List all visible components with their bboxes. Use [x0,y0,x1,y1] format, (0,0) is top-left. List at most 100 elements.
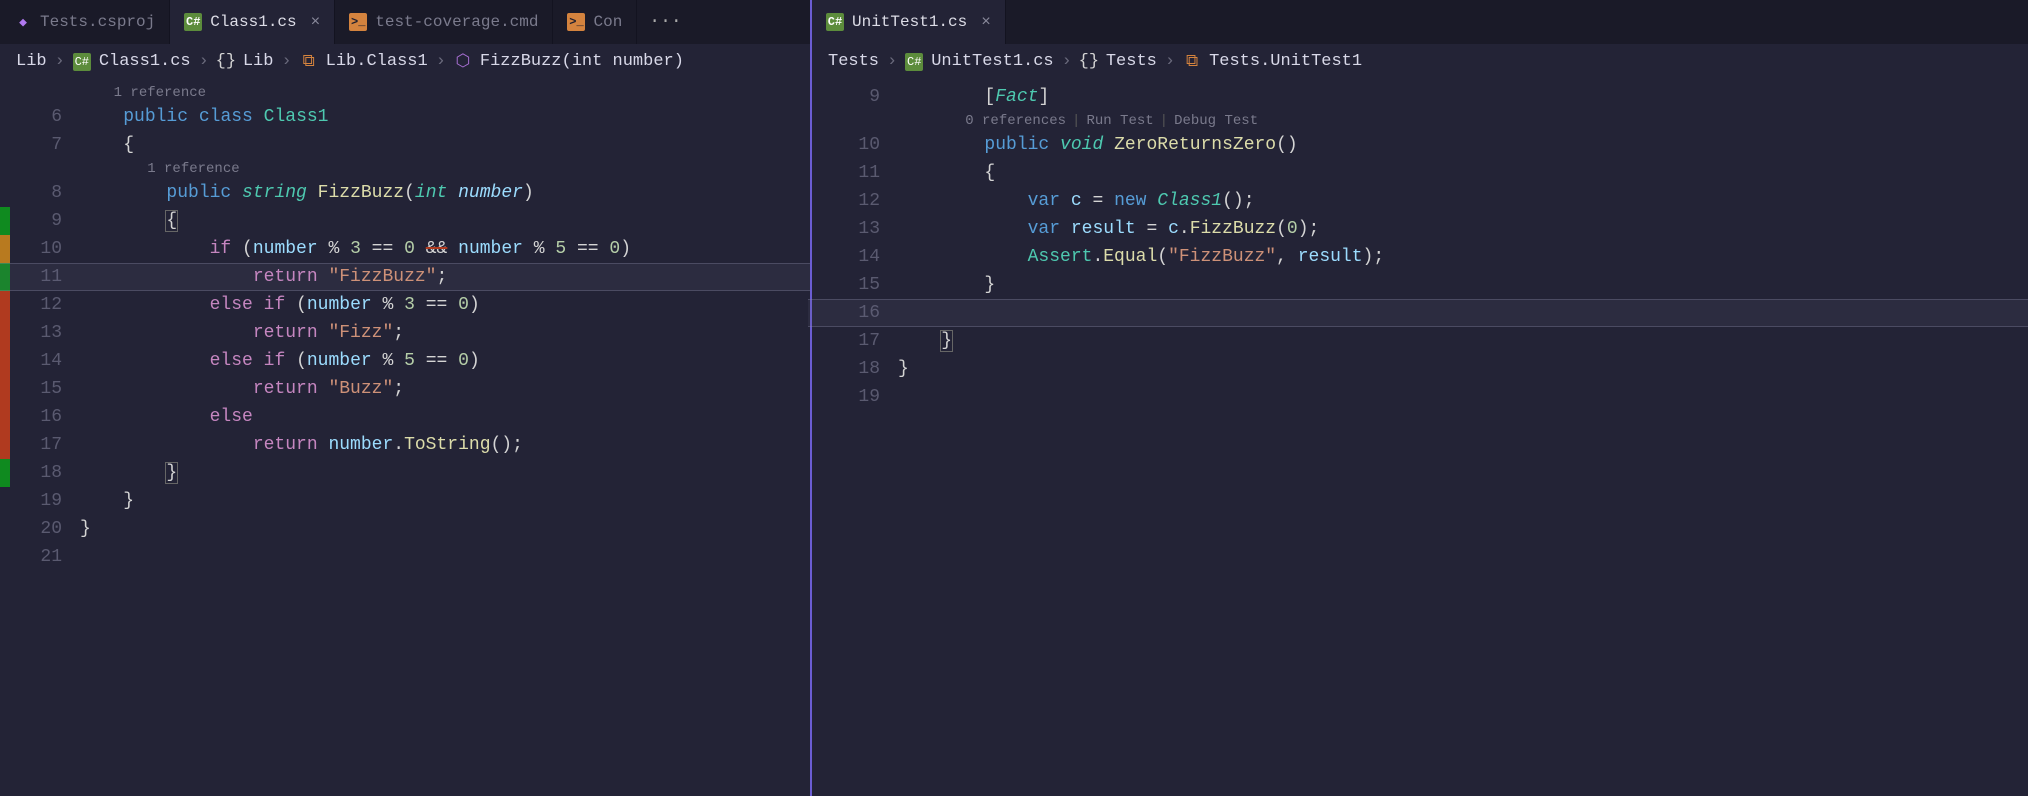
code-line[interactable]: { [898,159,2028,187]
code-area[interactable]: [Fact] 0 references|Run Test|Debug Test … [898,83,2028,796]
coverage-marker [0,263,10,291]
breadcrumb-item[interactable]: Tests [1106,52,1157,71]
breadcrumb-item[interactable]: UnitTest1.cs [931,52,1053,71]
tab-unittest1-cs[interactable]: C# UnitTest1.cs × [812,0,1006,44]
codelens[interactable]: 1 reference [80,83,810,103]
code-line[interactable]: else if (number % 3 == 0) [80,291,810,319]
close-icon[interactable]: × [311,13,321,31]
editor-pane-left: ◆ Tests.csproj C# Class1.cs × >_ test-co… [0,0,810,796]
code-line[interactable]: } [898,327,2028,355]
coverage-marker [0,291,10,319]
code-line[interactable] [898,299,2028,327]
breadcrumb-left[interactable]: Lib › C# Class1.cs › {} Lib › ⧉ Lib.Clas… [0,44,810,79]
chevron-right-icon: › [1165,52,1175,71]
tab-con[interactable]: >_ Con [553,0,637,44]
coverage-marker [812,243,822,271]
tab-overflow-button[interactable]: ··· [637,0,693,44]
code-line[interactable]: } [80,459,810,487]
tab-tests-csproj[interactable]: ◆ Tests.csproj [0,0,170,44]
tab-label: Tests.csproj [40,13,155,31]
coverage-marker [0,375,10,403]
csharp-icon: C# [826,13,844,31]
line-number: 12 [822,187,880,215]
line-number: 14 [10,347,62,375]
code-line[interactable]: var c = new Class1(); [898,187,2028,215]
breadcrumb-item[interactable]: FizzBuzz(int number) [480,52,684,71]
tab-class1-cs[interactable]: C# Class1.cs × [170,0,335,44]
code-line[interactable]: else if (number % 5 == 0) [80,347,810,375]
coverage-marker [812,355,822,383]
line-number: 15 [822,271,880,299]
breadcrumb-item[interactable]: Lib.Class1 [326,52,428,71]
code-line[interactable]: { [80,207,810,235]
chevron-right-icon: › [199,52,209,71]
tab-bar-left: ◆ Tests.csproj C# Class1.cs × >_ test-co… [0,0,810,44]
coverage-marker [0,103,10,131]
coverage-marker [812,187,822,215]
tab-bar-right: C# UnitTest1.cs × [812,0,2028,44]
line-number: 13 [822,215,880,243]
code-line[interactable]: public class Class1 [80,103,810,131]
namespace-icon: {} [1080,53,1098,71]
breadcrumb-item[interactable]: Tests.UnitTest1 [1209,52,1362,71]
breadcrumb-item[interactable]: Lib [16,52,47,71]
coverage-marker [0,207,10,235]
coverage-marker [0,319,10,347]
code-editor-left[interactable]: 6789101112131415161718192021 1 reference… [0,79,810,796]
close-icon[interactable]: × [981,13,991,31]
code-line[interactable] [898,383,2028,411]
code-editor-right[interactable]: 910111213141516171819 [Fact] 0 reference… [812,79,2028,796]
csharp-icon: C# [184,13,202,31]
tab-test-coverage-cmd[interactable]: >_ test-coverage.cmd [335,0,553,44]
code-line[interactable]: return "Fizz"; [80,319,810,347]
code-line[interactable]: public string FizzBuzz(int number) [80,179,810,207]
vs-icon: ◆ [14,13,32,31]
line-number: 11 [822,159,880,187]
code-line[interactable]: else [80,403,810,431]
coverage-marker [0,347,10,375]
line-number: 10 [822,131,880,159]
line-number: 7 [10,131,62,159]
terminal-icon: >_ [567,13,585,31]
breadcrumb-item[interactable]: Lib [243,52,274,71]
code-line[interactable]: public void ZeroReturnsZero() [898,131,2028,159]
line-number: 13 [10,319,62,347]
code-line[interactable]: } [898,355,2028,383]
code-line[interactable]: } [898,271,2028,299]
csharp-icon: C# [73,53,91,71]
code-line[interactable]: return "Buzz"; [80,375,810,403]
line-number: 9 [822,83,880,111]
code-line[interactable]: [Fact] [898,83,2028,111]
coverage-marker [812,271,822,299]
code-line[interactable] [80,543,810,571]
code-line[interactable]: } [80,487,810,515]
breadcrumb-item[interactable]: Tests [828,52,879,71]
tab-label: Class1.cs [210,13,296,31]
code-line[interactable]: return number.ToString(); [80,431,810,459]
code-line[interactable]: } [80,515,810,543]
line-number-gutter: 910111213141516171819 [822,83,898,796]
chevron-right-icon: › [1062,52,1072,71]
codelens[interactable]: 1 reference [80,159,810,179]
code-line[interactable]: return "FizzBuzz"; [80,263,810,291]
tab-label: UnitTest1.cs [852,13,967,31]
breadcrumb-right[interactable]: Tests › C# UnitTest1.cs › {} Tests › ⧉ T… [812,44,2028,79]
coverage-marker [0,487,10,515]
line-number: 18 [822,355,880,383]
terminal-icon: >_ [349,13,367,31]
code-area[interactable]: 1 reference public class Class1 { 1 refe… [80,83,810,796]
code-line[interactable]: if (number % 3 == 0 && number % 5 == 0) [80,235,810,263]
line-number: 19 [822,383,880,411]
line-number: 16 [822,299,880,327]
code-line[interactable]: { [80,131,810,159]
breadcrumb-item[interactable]: Class1.cs [99,52,191,71]
class-icon: ⧉ [300,53,318,71]
tab-label: test-coverage.cmd [375,13,538,31]
coverage-marker [812,327,822,355]
code-line[interactable]: Assert.Equal("FizzBuzz", result); [898,243,2028,271]
coverage-gutter [0,83,10,796]
code-line[interactable]: var result = c.FizzBuzz(0); [898,215,2028,243]
codelens[interactable]: 0 references|Run Test|Debug Test [898,111,2028,131]
coverage-marker [812,131,822,159]
line-number: 18 [10,459,62,487]
